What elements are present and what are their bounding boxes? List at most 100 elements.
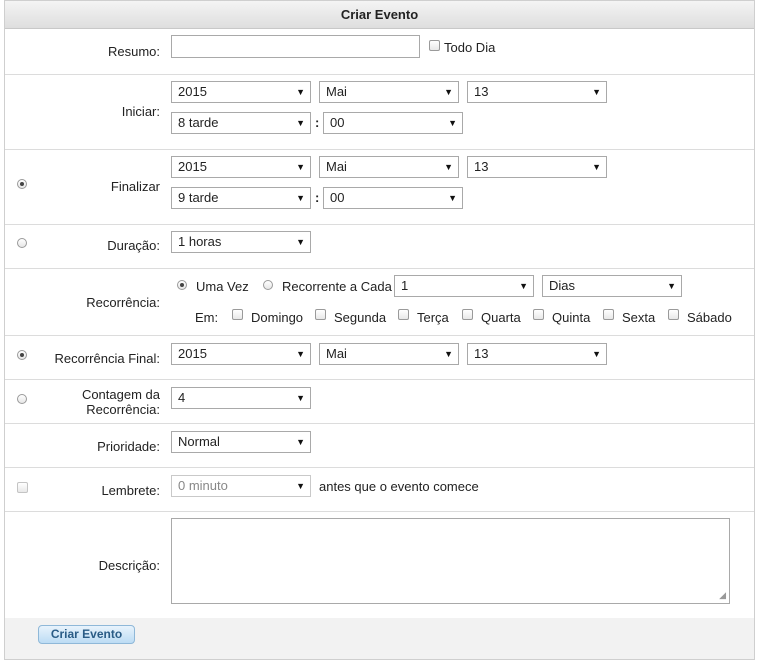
day-checkbox-terca[interactable] bbox=[398, 309, 409, 320]
recurrence-count-label-line2: Recorrência: bbox=[86, 402, 160, 417]
form-title: Criar Evento bbox=[5, 1, 754, 29]
start-hour-select[interactable]: 8 tarde ▼ bbox=[171, 112, 311, 134]
end-mode-radio[interactable] bbox=[17, 179, 27, 189]
recurrence-count-radio[interactable] bbox=[17, 394, 27, 404]
start-month-value: Mai bbox=[326, 84, 347, 99]
start-month-select[interactable]: Mai ▼ bbox=[319, 81, 459, 103]
recurrence-end-month-select[interactable]: Mai ▼ bbox=[319, 343, 459, 365]
recurrence-end-day-value: 13 bbox=[474, 346, 489, 361]
end-hour-select[interactable]: 9 tarde ▼ bbox=[171, 187, 311, 209]
duration-select[interactable]: 1 horas ▼ bbox=[171, 231, 311, 253]
end-year-value: 2015 bbox=[178, 159, 207, 174]
day-label-domingo: Domingo bbox=[251, 310, 304, 325]
recurrence-every-radio[interactable] bbox=[263, 280, 273, 290]
start-year-value: 2015 bbox=[178, 84, 207, 99]
chevron-down-icon: ▼ bbox=[448, 193, 457, 203]
duration-mode-radio[interactable] bbox=[17, 238, 27, 248]
start-day-value: 13 bbox=[474, 84, 489, 99]
description-label: Descrição: bbox=[98, 558, 160, 573]
priority-select[interactable]: Normal ▼ bbox=[171, 431, 311, 453]
end-day-select[interactable]: 13 ▼ bbox=[467, 156, 607, 178]
start-label: Iniciar: bbox=[121, 104, 160, 119]
chevron-down-icon: ▼ bbox=[296, 87, 305, 97]
chevron-down-icon: ▼ bbox=[519, 281, 528, 291]
row-prioridade: Prioridade: Normal ▼ bbox=[5, 424, 754, 468]
chevron-down-icon: ▼ bbox=[592, 162, 601, 172]
chevron-down-icon: ▼ bbox=[592, 87, 601, 97]
chevron-down-icon: ▼ bbox=[296, 118, 305, 128]
recurrence-end-year-select[interactable]: 2015 ▼ bbox=[171, 343, 311, 365]
chevron-down-icon: ▼ bbox=[448, 118, 457, 128]
day-label-sexta: Sexta bbox=[622, 310, 656, 325]
resumo-input[interactable] bbox=[171, 35, 420, 58]
description-textarea[interactable]: ◢ bbox=[171, 518, 730, 604]
chevron-down-icon: ▼ bbox=[296, 393, 305, 403]
start-minute-select[interactable]: 00 ▼ bbox=[323, 112, 463, 134]
day-checkbox-quinta[interactable] bbox=[533, 309, 544, 320]
row-contagem: Contagem da Recorrência: 4 ▼ bbox=[5, 380, 754, 424]
recurrence-every-select[interactable]: 1 ▼ bbox=[394, 275, 534, 297]
all-day-checkbox[interactable] bbox=[429, 40, 440, 51]
chevron-down-icon: ▼ bbox=[296, 437, 305, 447]
recurrence-end-day-select[interactable]: 13 ▼ bbox=[467, 343, 607, 365]
reminder-value: 0 minuto bbox=[178, 478, 228, 493]
end-year-select[interactable]: 2015 ▼ bbox=[171, 156, 311, 178]
start-day-select[interactable]: 13 ▼ bbox=[467, 81, 607, 103]
reminder-checkbox[interactable] bbox=[17, 482, 28, 493]
row-recorrencia-final: Recorrência Final: 2015 ▼ Mai ▼ 13 ▼ bbox=[5, 336, 754, 380]
row-finalizar: Finalizar 2015 ▼ Mai ▼ 13 ▼ 9 tarde ▼ : 00 ▼ bbox=[5, 150, 754, 225]
recurrence-count-label-line1: Contagem da bbox=[81, 387, 160, 402]
chevron-down-icon: ▼ bbox=[444, 87, 453, 97]
create-event-form: Criar Evento Resumo: Todo Dia Iniciar: 2… bbox=[4, 0, 755, 660]
recurrence-once-radio[interactable] bbox=[177, 280, 187, 290]
chevron-down-icon: ▼ bbox=[296, 481, 305, 491]
reminder-select[interactable]: 0 minuto ▼ bbox=[171, 475, 311, 497]
day-checkbox-segunda[interactable] bbox=[315, 309, 326, 320]
recurrence-every-label: Recorrente a Cada bbox=[282, 279, 392, 294]
day-checkbox-sexta[interactable] bbox=[603, 309, 614, 320]
recurrence-end-year-value: 2015 bbox=[178, 346, 207, 361]
recurrence-end-label: Recorrência Final: bbox=[54, 351, 161, 366]
recurrence-label: Recorrência: bbox=[86, 295, 160, 310]
end-label: Finalizar bbox=[110, 179, 160, 194]
start-year-select[interactable]: 2015 ▼ bbox=[171, 81, 311, 103]
row-resumo: Resumo: Todo Dia bbox=[5, 29, 754, 75]
all-day-label: Todo Dia bbox=[444, 40, 496, 55]
chevron-down-icon: ▼ bbox=[296, 349, 305, 359]
day-checkbox-domingo[interactable] bbox=[232, 309, 243, 320]
recurrence-count-select[interactable]: 4 ▼ bbox=[171, 387, 311, 409]
priority-value: Normal bbox=[178, 434, 220, 449]
day-checkbox-quarta[interactable] bbox=[462, 309, 473, 320]
chevron-down-icon: ▼ bbox=[296, 193, 305, 203]
duration-label: Duração: bbox=[107, 238, 160, 253]
recurrence-end-date-radio[interactable] bbox=[17, 350, 27, 360]
row-duracao: Duração: 1 horas ▼ bbox=[5, 225, 754, 269]
end-day-value: 13 bbox=[474, 159, 489, 174]
row-iniciar: Iniciar: 2015 ▼ Mai ▼ 13 ▼ 8 tarde ▼ : 00 ▼ bbox=[5, 75, 754, 150]
end-month-select[interactable]: Mai ▼ bbox=[319, 156, 459, 178]
recurrence-unit-select[interactable]: Dias ▼ bbox=[542, 275, 682, 297]
create-event-button[interactable]: Criar Evento bbox=[38, 625, 135, 644]
resumo-label: Resumo: bbox=[107, 44, 160, 59]
end-minute-select[interactable]: 00 ▼ bbox=[323, 187, 463, 209]
start-hour-value: 8 tarde bbox=[178, 115, 219, 130]
row-descricao: Descrição: ◢ bbox=[5, 512, 754, 617]
end-minute-value: 00 bbox=[330, 190, 345, 205]
chevron-down-icon: ▼ bbox=[296, 237, 305, 247]
day-label-terca: Terça bbox=[417, 310, 449, 325]
resize-grip-icon[interactable]: ◢ bbox=[719, 591, 726, 600]
day-label-sabado: Sábado bbox=[687, 310, 732, 325]
reminder-suffix: antes que o evento comece bbox=[319, 479, 479, 494]
recurrence-on-label: Em: bbox=[195, 310, 219, 325]
chevron-down-icon: ▼ bbox=[667, 281, 676, 291]
time-separator: : bbox=[315, 115, 320, 130]
recurrence-unit-value: Dias bbox=[549, 278, 576, 293]
recurrence-count-value: 4 bbox=[178, 390, 186, 405]
chevron-down-icon: ▼ bbox=[592, 349, 601, 359]
chevron-down-icon: ▼ bbox=[296, 162, 305, 172]
time-separator: : bbox=[315, 190, 320, 205]
start-minute-value: 00 bbox=[330, 115, 345, 130]
end-month-value: Mai bbox=[326, 159, 347, 174]
day-checkbox-sabado[interactable] bbox=[668, 309, 679, 320]
duration-value: 1 horas bbox=[178, 234, 222, 249]
